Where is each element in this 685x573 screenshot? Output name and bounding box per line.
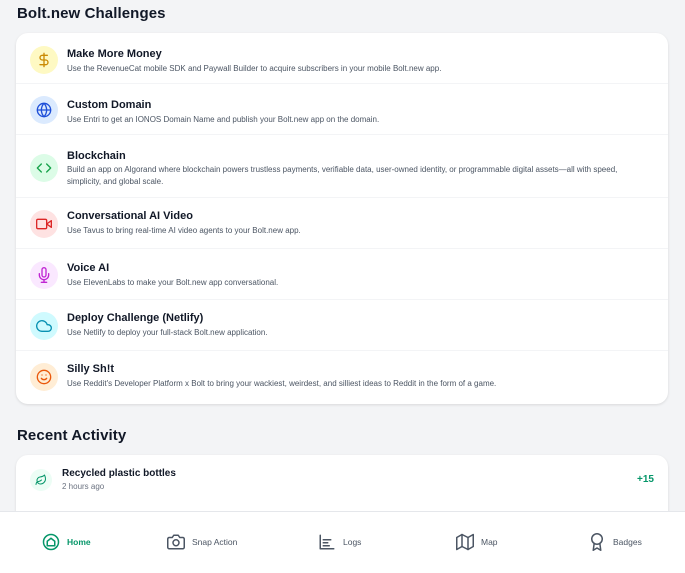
chart-icon: [319, 534, 335, 550]
challenge-description: Use ElevenLabs to make your Bolt.new app…: [67, 278, 279, 287]
microphone-icon: [30, 261, 58, 289]
activity-section-title: Recent Activity: [17, 427, 127, 444]
activity-points: +15: [637, 474, 654, 485]
challenge-title: Deploy Challenge (Netlify): [67, 312, 204, 324]
award-icon: [591, 533, 603, 551]
challenge-description: Use Entri to get an IONOS Domain Name an…: [67, 115, 380, 124]
challenge-description: Use Netlify to deploy your full-stack Bo…: [67, 328, 268, 337]
nav-badges-label: Badges: [613, 537, 642, 547]
challenge-title: Make More Money: [67, 48, 162, 60]
challenge-title: Custom Domain: [67, 99, 152, 111]
challenge-item-blockchain[interactable]: Blockchain Build an app on Algorand wher…: [16, 135, 668, 198]
home-icon: [42, 533, 60, 551]
challenge-item-custom-domain[interactable]: Custom Domain Use Entri to get an IONOS …: [16, 84, 668, 135]
challenges-section-title: Bolt.new Challenges: [17, 5, 166, 22]
nav-home-label: Home: [67, 537, 91, 547]
video-icon: [30, 210, 58, 238]
challenge-item-make-more-money[interactable]: Make More Money Use the RevenueCat mobil…: [16, 33, 668, 84]
challenge-title: Silly Sh!t: [67, 363, 115, 375]
nav-map-label: Map: [481, 537, 498, 547]
nav-map[interactable]: Map: [456, 530, 498, 554]
globe-icon: [30, 96, 58, 124]
challenge-title: Voice AI: [67, 262, 110, 274]
challenge-item-silly-shit[interactable]: Silly Sh!t Use Reddit's Developer Platfo…: [16, 351, 668, 404]
challenges-list: Make More Money Use the RevenueCat mobil…: [16, 33, 668, 404]
activity-title: Recycled plastic bottles: [62, 468, 176, 479]
nav-logs-label: Logs: [343, 537, 362, 547]
challenge-description: Use the RevenueCat mobile SDK and Paywal…: [67, 64, 442, 73]
challenge-description: Use Tavus to bring real-time AI video ag…: [67, 226, 301, 235]
camera-icon: [167, 534, 185, 550]
bottom-navigation: Home Snap Action Logs Map Badges: [0, 511, 685, 573]
challenge-title: Conversational AI Video: [67, 210, 193, 222]
nav-badges[interactable]: Badges: [588, 530, 642, 554]
nav-snap-action[interactable]: Snap Action: [167, 530, 237, 554]
map-icon: [456, 533, 474, 551]
code-icon: [30, 154, 58, 182]
leaf-icon: [30, 469, 52, 491]
cloud-icon: [30, 312, 58, 340]
dollar-icon: [30, 46, 58, 74]
challenge-item-conversational-ai-video[interactable]: Conversational AI Video Use Tavus to bri…: [16, 198, 668, 249]
challenge-item-voice-ai[interactable]: Voice AI Use ElevenLabs to make your Bol…: [16, 249, 668, 300]
challenge-item-deploy-netlify[interactable]: Deploy Challenge (Netlify) Use Netlify t…: [16, 300, 668, 351]
activity-timestamp: 2 hours ago: [62, 482, 105, 491]
challenge-description: Use Reddit's Developer Platform x Bolt t…: [67, 379, 497, 388]
challenge-title: Blockchain: [67, 150, 126, 162]
nav-snap-action-label: Snap Action: [192, 537, 238, 547]
nav-logs[interactable]: Logs: [318, 530, 361, 554]
nav-home[interactable]: Home: [42, 530, 91, 554]
challenge-description: Build an app on Algorand where blockchai…: [67, 165, 618, 186]
smile-icon: [30, 363, 58, 391]
